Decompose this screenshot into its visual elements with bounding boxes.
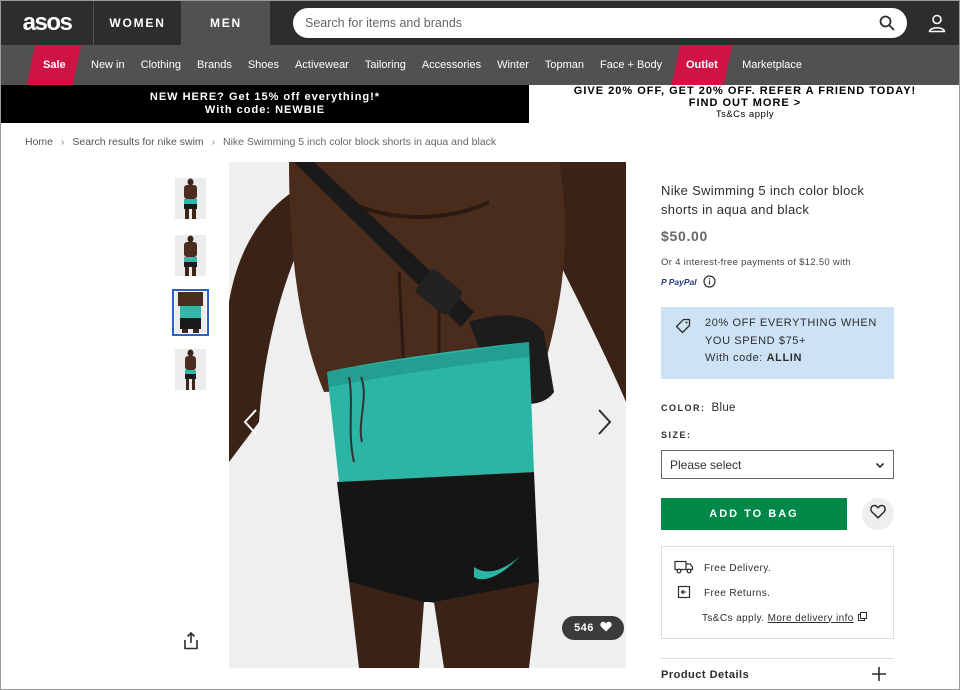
free-delivery-row: Free Delivery. <box>674 560 771 577</box>
nav-activewear[interactable]: Activewear <box>287 45 357 85</box>
product-title: Nike Swimming 5 inch color block shorts … <box>661 183 865 217</box>
nav-marketplace[interactable]: Marketplace <box>734 45 810 85</box>
returns-box-icon <box>674 585 694 602</box>
heart-icon <box>870 504 886 524</box>
paypal-logo: P PayPal <box>661 276 697 287</box>
size-select-value: Please select <box>670 457 742 472</box>
free-delivery-text: Free Delivery. <box>704 563 772 574</box>
top-bar: asos WOMEN MEN <box>1 1 959 45</box>
refer-friend-banner[interactable]: GIVE 20% OFF, GET 20% OFF. REFER A FRIEN… <box>529 85 959 123</box>
promo-code-label: With code: <box>705 352 767 364</box>
saved-count: 546 <box>574 622 594 634</box>
nav-new-in[interactable]: New in <box>83 45 133 85</box>
size-label: SIZE: <box>661 430 692 440</box>
account-icon[interactable] <box>927 13 947 33</box>
save-for-later-button[interactable] <box>862 498 894 530</box>
breadcrumb-current: Nike Swimming 5 inch color block shorts … <box>223 136 497 148</box>
men-tab[interactable]: MEN <box>181 1 270 45</box>
nav-sale[interactable]: Sale <box>26 45 82 85</box>
installments-text: Or 4 interest-free payments of $12.50 wi… <box>661 257 852 268</box>
chevron-right-icon: › <box>211 136 215 148</box>
newbie-banner[interactable]: NEW HERE? Get 15% off everything!* With … <box>1 85 529 123</box>
promo-box-line1: 20% OFF EVERYTHING WHEN <box>705 317 877 329</box>
search-icon[interactable] <box>879 15 895 31</box>
nav-sale-label: Sale <box>42 59 66 71</box>
newbie-banner-line2: With code: NEWBIE <box>204 104 326 116</box>
nav-outlet-label: Outlet <box>686 59 718 71</box>
saved-count-badge: 546 <box>562 616 624 640</box>
breadcrumb: Home › Search results for nike swim › Ni… <box>25 136 496 148</box>
discount-promo-box: 20% OFF EVERYTHING WHEN YOU SPEND $75+ W… <box>661 307 894 379</box>
thumbnail-1[interactable] <box>175 178 206 219</box>
product-details-accordion[interactable]: Product Details <box>661 658 894 689</box>
page: asos WOMEN MEN Sale New in Clothing Bran… <box>0 0 960 690</box>
plus-icon <box>872 666 886 684</box>
share-icon[interactable] <box>181 631 201 651</box>
refer-friend-line1: GIVE 20% OFF, GET 20% OFF. REFER A FRIEN… <box>573 85 917 97</box>
price-tag-icon <box>675 318 691 341</box>
free-returns-text: Free Returns. <box>704 588 771 599</box>
nav-clothing[interactable]: Clothing <box>133 45 189 85</box>
thumbnail-2[interactable] <box>175 235 206 276</box>
delivery-terms-row: Ts&Cs apply. More delivery info <box>702 612 867 624</box>
info-icon[interactable] <box>703 275 716 288</box>
product-image[interactable] <box>229 162 626 668</box>
refer-friend-line2: FIND OUT MORE > <box>688 97 802 109</box>
chevron-down-icon <box>875 458 885 472</box>
chevron-right-icon: › <box>61 136 65 148</box>
promo-code: ALLIN <box>766 352 803 364</box>
free-returns-row: Free Returns. <box>674 585 770 602</box>
nav-outlet[interactable]: Outlet <box>671 45 733 85</box>
promo-banner: NEW HERE? Get 15% off everything!* With … <box>1 85 959 123</box>
thumbnail-4[interactable] <box>175 349 206 390</box>
heart-icon <box>600 621 612 635</box>
thumbnail-3[interactable] <box>172 289 209 336</box>
newbie-banner-line1: NEW HERE? Get 15% off everything!* <box>149 91 381 103</box>
breadcrumb-search-results[interactable]: Search results for nike swim <box>72 136 203 148</box>
paypal-row: P PayPal <box>661 275 716 288</box>
nav-topman[interactable]: Topman <box>537 45 592 85</box>
more-delivery-info-link[interactable]: More delivery info <box>768 613 854 624</box>
truck-icon <box>674 560 694 577</box>
women-tab[interactable]: WOMEN <box>93 1 181 45</box>
color-row: COLOR: Blue <box>661 402 736 414</box>
size-select[interactable]: Please select <box>661 450 894 479</box>
color-label: COLOR: <box>661 403 706 413</box>
add-to-bag-button[interactable]: ADD TO BAG <box>661 498 847 530</box>
nav-brands[interactable]: Brands <box>189 45 240 85</box>
delivery-info-box: Free Delivery. Free Returns. Ts&Cs apply… <box>661 546 894 639</box>
asos-logo[interactable]: asos <box>1 1 93 45</box>
nav-face-body[interactable]: Face + Body <box>592 45 670 85</box>
nav-tailoring[interactable]: Tailoring <box>357 45 414 85</box>
previous-image-arrow[interactable] <box>239 407 263 437</box>
category-nav: Sale New in Clothing Brands Shoes Active… <box>1 45 959 85</box>
nav-accessories[interactable]: Accessories <box>414 45 489 85</box>
search-input[interactable] <box>305 16 879 30</box>
delivery-tcs-text: Ts&Cs apply. <box>702 612 768 624</box>
promo-box-code: With code: ALLIN <box>705 350 886 368</box>
color-value: Blue <box>711 402 736 414</box>
next-image-arrow[interactable] <box>592 407 616 437</box>
promo-box-line2: YOU SPEND $75+ <box>705 334 807 347</box>
nav-shoes[interactable]: Shoes <box>240 45 287 85</box>
product-price: $50.00 <box>661 228 709 244</box>
search-bar <box>293 8 907 38</box>
refer-friend-tcs: Ts&Cs apply <box>715 109 775 120</box>
nav-winter[interactable]: Winter <box>489 45 537 85</box>
external-link-icon <box>857 612 867 624</box>
product-details-label: Product Details <box>661 669 750 681</box>
breadcrumb-home[interactable]: Home <box>25 136 53 148</box>
